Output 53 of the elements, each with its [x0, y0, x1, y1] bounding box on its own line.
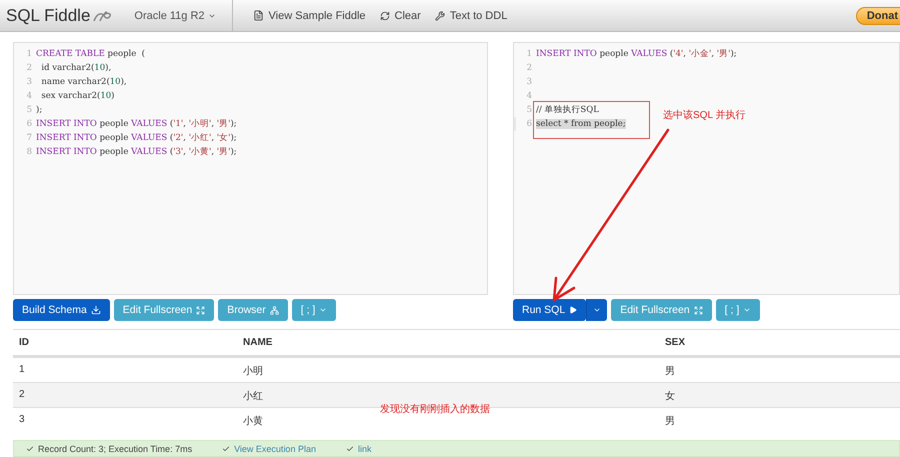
- code-line: INSERT INTO people VALUES ('3', '小黄', '男');: [36, 146, 237, 158]
- line-number: 5: [526, 105, 533, 115]
- status-link[interactable]: View Execution Plan: [234, 444, 316, 454]
- expand-icon: [196, 306, 206, 314]
- donate-button[interactable]: Donat: [856, 6, 900, 24]
- line-number: 2: [26, 63, 33, 73]
- caret-icon: [743, 306, 752, 314]
- caret-icon: [593, 306, 602, 314]
- line-number: 6: [526, 119, 533, 129]
- expand-icon: [694, 306, 703, 314]
- line-number: 4: [526, 91, 533, 101]
- dropdown-button[interactable]: [586, 299, 608, 321]
- line-number: 1: [526, 49, 533, 59]
- document-icon: [252, 10, 264, 21]
- download-icon: [90, 305, 101, 315]
- nav-link[interactable]: View Sample Fiddle: [252, 10, 366, 22]
- line-number: 1: [26, 49, 33, 59]
- check-icon: [26, 444, 34, 452]
- code-line: name varchar2(10),: [40, 77, 127, 87]
- line-number: 3: [26, 77, 33, 87]
- table-cell: 女: [659, 382, 900, 407]
- status-text: Record Count: 3; Execution Time: 7ms: [38, 444, 192, 454]
- brand-logo[interactable]: SQL Fiddle: [6, 6, 114, 26]
- line-number: 2: [526, 63, 533, 73]
- nav-link[interactable]: Text to DDL: [434, 10, 508, 22]
- tree-icon: [270, 306, 279, 314]
- code-line: INSERT INTO people VALUES ('1', '小明', '男');: [36, 118, 237, 130]
- status-link[interactable]: link: [358, 444, 372, 454]
- code-line: // 单独执行SQL: [536, 104, 599, 116]
- code-line: sex varchar2(10): [40, 91, 114, 101]
- database-select[interactable]: Oracle 11g R2: [134, 0, 233, 32]
- annotation-text: 选中该SQL 并执行: [663, 108, 746, 122]
- toolbar-button[interactable]: Run SQL: [513, 299, 586, 321]
- nav-link[interactable]: Clear: [380, 10, 421, 22]
- code-line: INSERT INTO people VALUES ('2', '小红', '女');: [36, 132, 237, 144]
- refresh-icon: [380, 10, 390, 20]
- code-line: id varchar2(10),: [40, 63, 112, 73]
- caret-icon: [319, 306, 328, 314]
- line-number: 7: [26, 133, 33, 143]
- play-icon: [569, 306, 578, 314]
- line-number: 4: [26, 91, 33, 101]
- line-number: 8: [26, 147, 33, 157]
- table-cell: 2: [13, 382, 237, 407]
- code-line: INSERT INTO people VALUES ('4', '小金', '男');: [536, 48, 737, 60]
- check-icon: [222, 444, 230, 452]
- code-line: CREATE TABLE people (: [36, 49, 145, 59]
- line-number: 3: [526, 77, 533, 87]
- toolbar-button[interactable]: Build Schema: [13, 299, 110, 321]
- check-icon: [346, 444, 354, 452]
- line-number: 6: [26, 119, 33, 129]
- wrench-icon: [434, 10, 445, 20]
- line-number: 5: [26, 105, 33, 115]
- code-line: );: [36, 105, 42, 115]
